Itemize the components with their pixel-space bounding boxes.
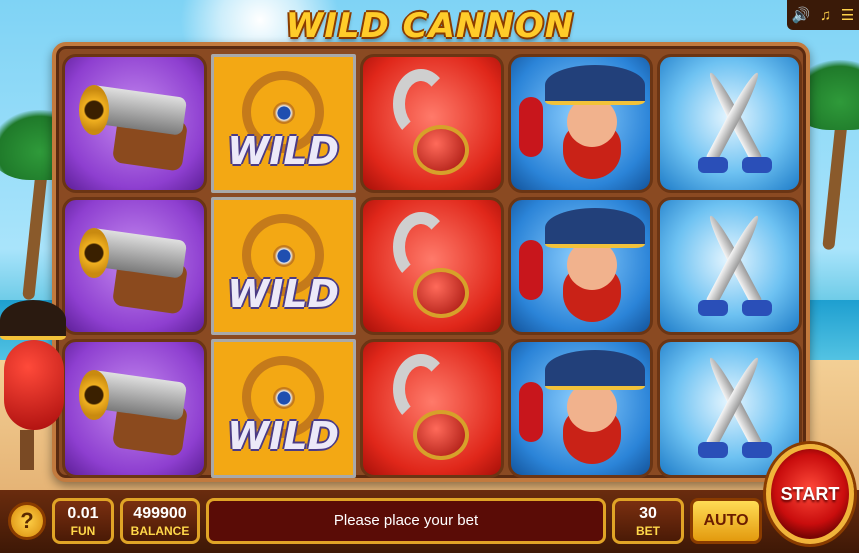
- cannon-symbol-icon: [62, 196, 207, 336]
- music-icon[interactable]: ♫: [820, 7, 831, 24]
- status-message: Please place your bet: [206, 498, 606, 544]
- auto-button[interactable]: AUTO: [690, 498, 762, 544]
- speaker-icon[interactable]: 🔊: [792, 6, 811, 24]
- bet-selector[interactable]: 30 BET: [612, 498, 684, 544]
- parrot-mascot: [0, 290, 72, 470]
- wild-label: WILD: [227, 129, 340, 173]
- wild-symbol-icon: WILD: [210, 339, 356, 478]
- wild-label: WILD: [227, 271, 340, 316]
- captain-symbol-icon: [508, 196, 654, 336]
- bet-value: 30: [639, 505, 657, 522]
- sound-panel: 🔊 ♫ ☰: [787, 0, 859, 30]
- swords-symbol-icon: [657, 196, 802, 336]
- coin-label: FUN: [70, 524, 96, 538]
- help-button[interactable]: ?: [8, 502, 46, 540]
- coin-value: 0.01: [67, 505, 99, 522]
- bet-label: BET: [636, 524, 660, 538]
- hook-symbol-icon: [359, 54, 505, 193]
- cannon-symbol-icon: [62, 339, 207, 478]
- pirate-hat-icon: [0, 300, 66, 340]
- reels-grid: WILD WILD WILD: [62, 54, 802, 478]
- menu-icon[interactable]: ☰: [841, 6, 854, 24]
- coin-value-selector[interactable]: 0.01 FUN: [52, 498, 114, 544]
- balance-label: BALANCE: [130, 524, 190, 538]
- cannon-symbol-icon: [62, 54, 207, 193]
- hook-symbol-icon: [359, 339, 505, 478]
- wild-symbol-icon: WILD: [210, 196, 356, 336]
- wild-symbol-icon: WILD: [210, 54, 356, 193]
- hook-symbol-icon: [359, 196, 505, 336]
- wild-label: WILD: [227, 414, 340, 459]
- captain-symbol-icon: [508, 54, 654, 193]
- start-button[interactable]: START: [766, 444, 854, 544]
- swords-symbol-icon: [657, 54, 802, 193]
- balance-value: 499900: [133, 505, 187, 522]
- balance-display: 499900 BALANCE: [120, 498, 200, 544]
- captain-symbol-icon: [508, 339, 654, 478]
